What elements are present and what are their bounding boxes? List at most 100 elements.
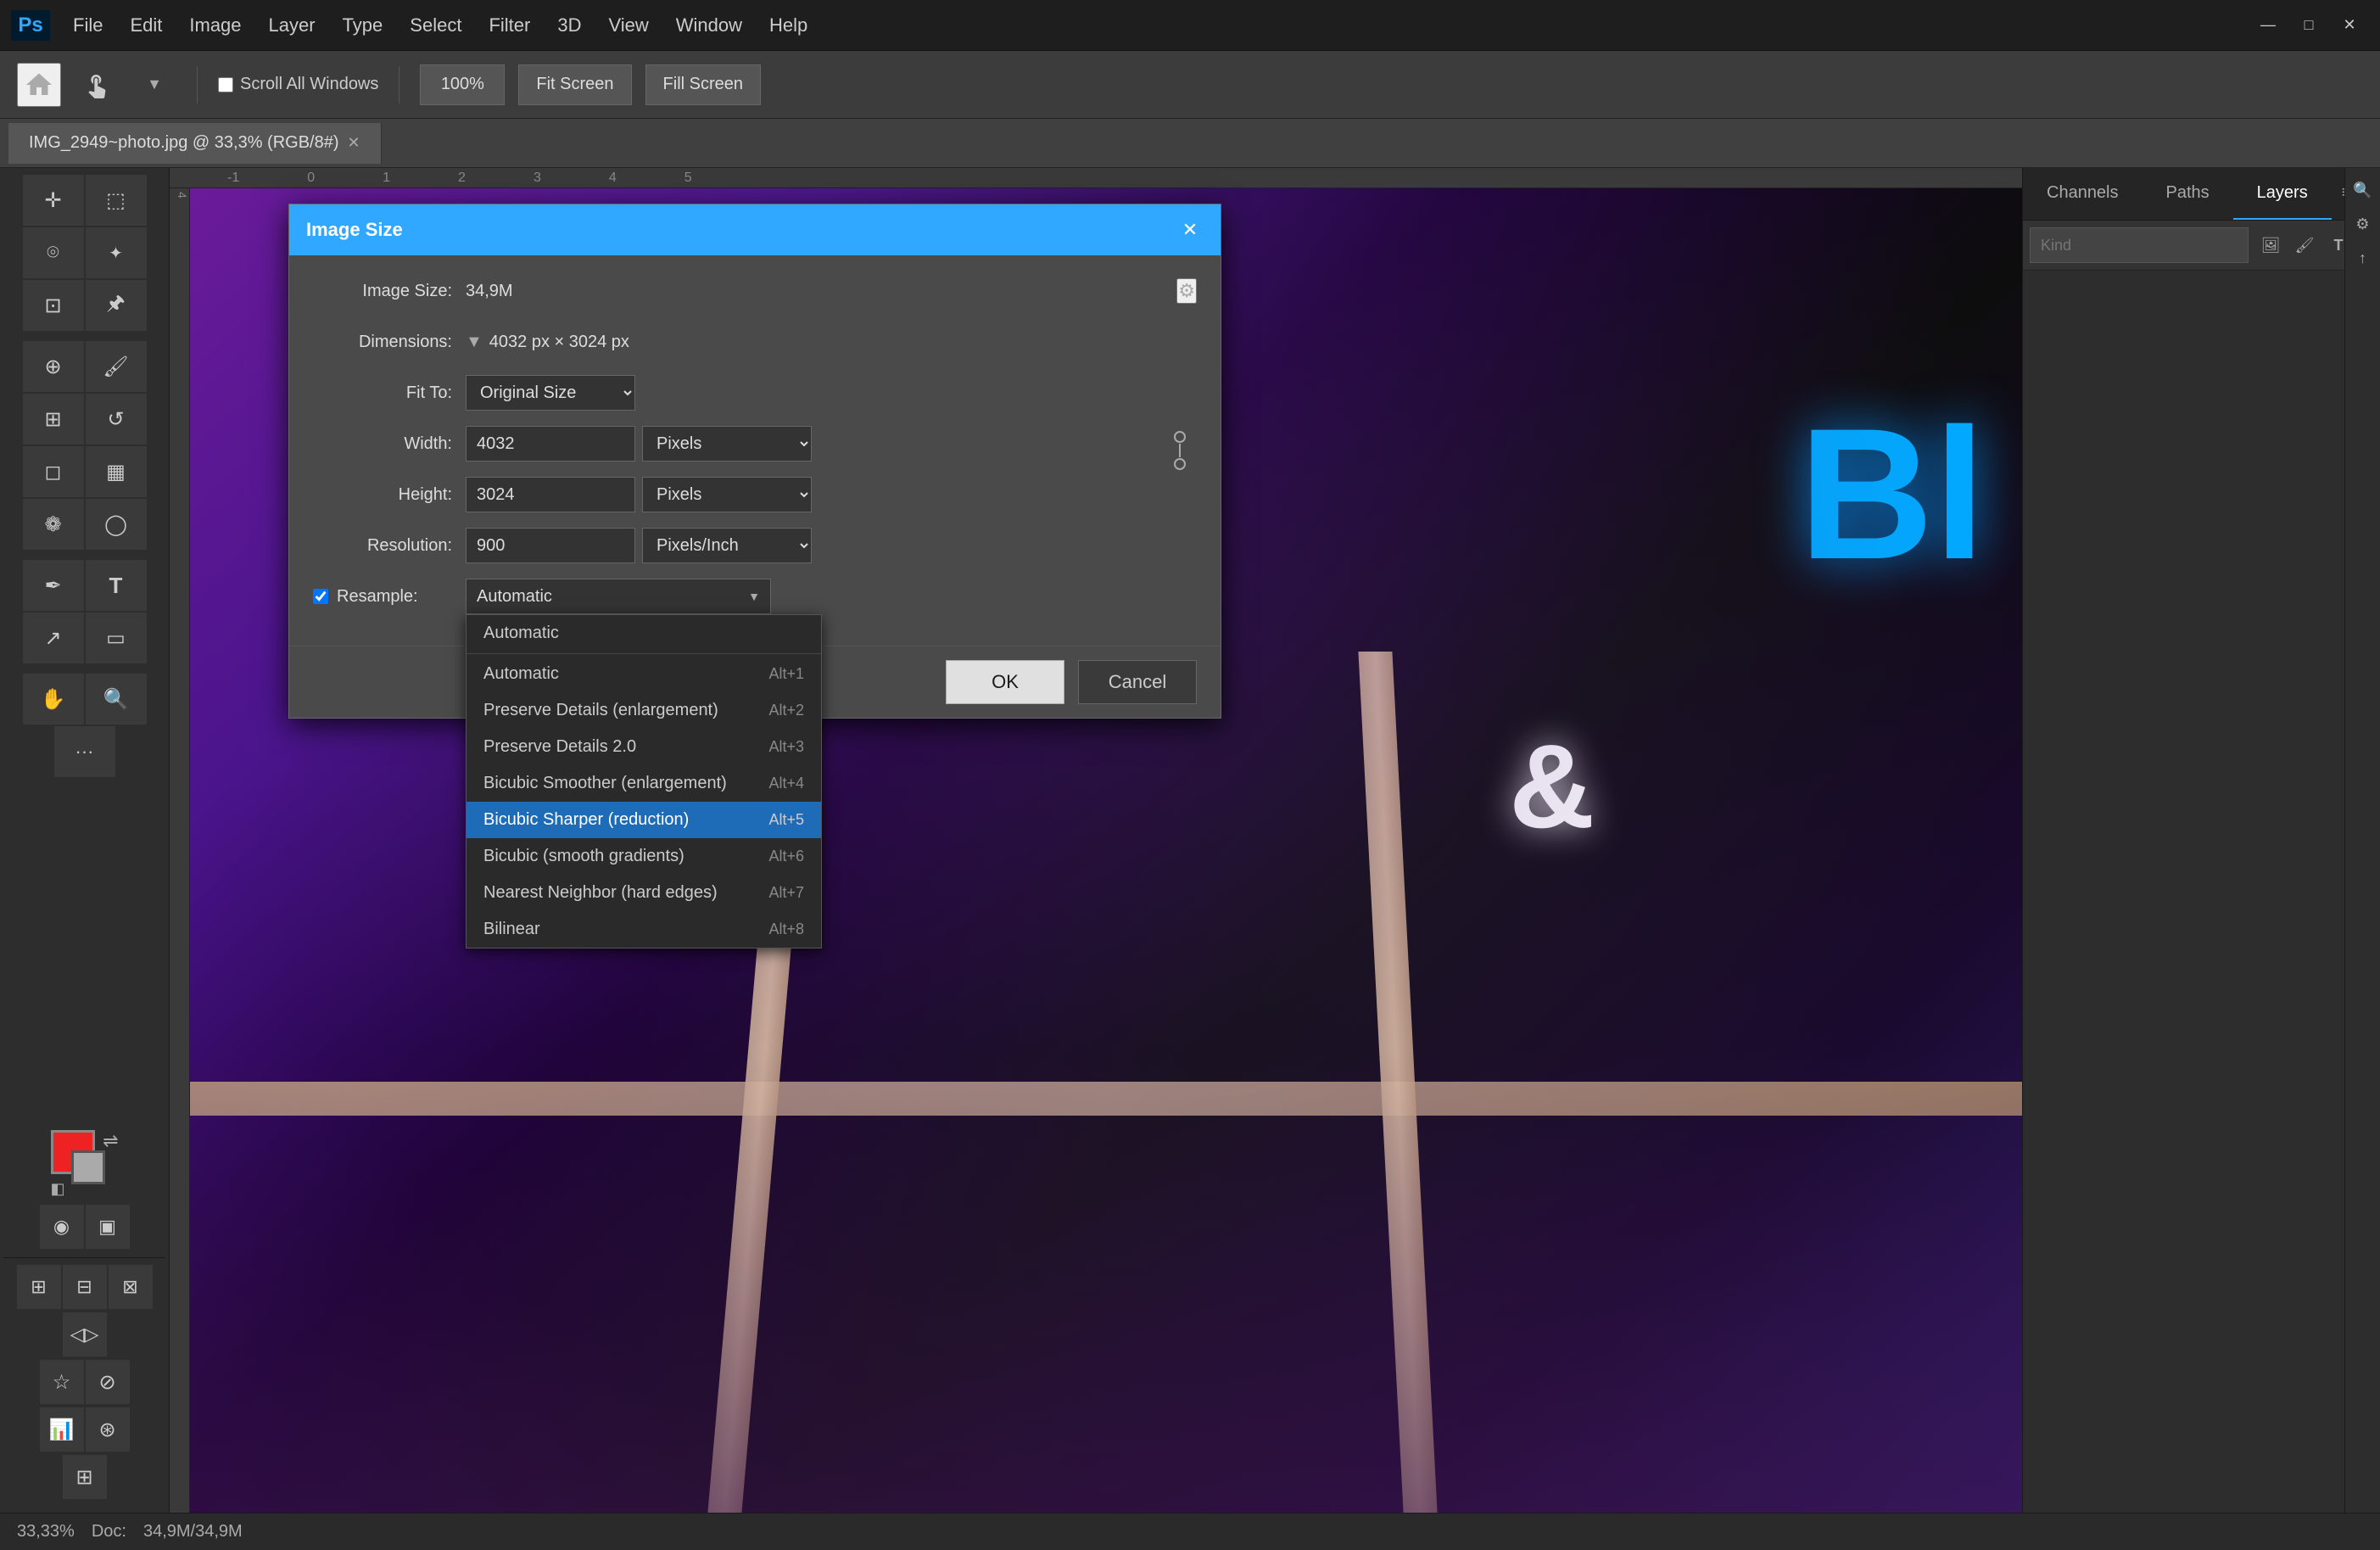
resample-checkbox-label[interactable]: Resample: — [313, 587, 452, 607]
pen-tool[interactable]: ✒ — [23, 560, 84, 611]
minimize-button[interactable]: — — [2251, 11, 2285, 40]
dimensions-dropdown-arrow[interactable]: ▼ — [466, 333, 483, 352]
eyedropper-tool[interactable]: 🖈 — [86, 280, 147, 331]
resolution-unit-select[interactable]: Pixels/Inch — [642, 528, 812, 563]
height-input[interactable] — [466, 477, 635, 512]
home-button[interactable] — [17, 63, 61, 107]
more-tools-btn[interactable]: ··· — [54, 726, 115, 777]
resample-shortcut-8: Alt+8 — [768, 920, 804, 938]
share-icon-strip[interactable]: ↑ — [2348, 243, 2378, 273]
extra-tool-c[interactable]: 📊 — [40, 1407, 84, 1452]
resample-option-7[interactable]: Nearest Neighbor (hard edges) Alt+7 — [467, 875, 821, 911]
swap-colors-icon[interactable]: ⇌ — [103, 1130, 118, 1152]
history-brush-tool[interactable]: ↺ — [86, 394, 147, 445]
path-select-tool[interactable]: ↗ — [23, 613, 84, 663]
resolution-input[interactable] — [466, 528, 635, 563]
tool-row-9: ↗ ▭ — [3, 613, 165, 663]
ruler-tick-5: 5 — [651, 171, 726, 186]
resample-option-4[interactable]: Bicubic Smoother (enlargement) Alt+4 — [467, 765, 821, 802]
extra-tool-b[interactable]: ⊘ — [86, 1360, 130, 1404]
resample-option-6[interactable]: Bicubic (smooth gradients) Alt+6 — [467, 838, 821, 875]
image-size-gear[interactable]: ⚙ — [1176, 278, 1197, 304]
zoom-tool[interactable]: 🔍 — [86, 674, 147, 725]
width-unit-select[interactable]: Pixels — [642, 426, 812, 462]
resample-option-8[interactable]: Bilinear Alt+8 — [467, 911, 821, 948]
resample-option-text-0: Automatic — [483, 624, 559, 643]
menu-select[interactable]: Select — [398, 9, 473, 42]
gradient-tool[interactable]: ▦ — [86, 446, 147, 497]
menu-view[interactable]: View — [596, 9, 660, 42]
adjust-btn-2[interactable]: ⊟ — [63, 1265, 107, 1309]
resample-shortcut-7: Alt+7 — [768, 884, 804, 902]
layers-content — [2023, 271, 2344, 1513]
hand-tool[interactable]: ✋ — [23, 674, 84, 725]
tab-paths[interactable]: Paths — [2143, 168, 2233, 220]
blur-tool[interactable]: ❁ — [23, 499, 84, 550]
close-button[interactable]: ✕ — [2333, 11, 2366, 40]
extra-tool-a[interactable]: ☆ — [40, 1360, 84, 1404]
menu-help[interactable]: Help — [757, 9, 819, 42]
ok-button[interactable]: OK — [946, 660, 1064, 704]
settings-icon-strip[interactable]: ⚙ — [2348, 209, 2378, 239]
tab-channels[interactable]: Channels — [2023, 168, 2143, 220]
menu-window[interactable]: Window — [664, 9, 754, 42]
background-color[interactable] — [71, 1150, 105, 1184]
menu-edit[interactable]: Edit — [118, 9, 174, 42]
scroll-all-windows-checkbox[interactable] — [218, 77, 233, 92]
search-icon-strip[interactable]: 🔍 — [2348, 175, 2378, 205]
resample-option-3[interactable]: Preserve Details 2.0 Alt+3 — [467, 729, 821, 765]
quick-mask-btn[interactable]: ◉ — [40, 1205, 84, 1249]
resample-checkbox[interactable] — [313, 589, 328, 604]
move-tool[interactable]: ✛ — [23, 175, 84, 226]
resample-dropdown[interactable]: Automatic ▼ — [466, 579, 771, 614]
hand-tool-active[interactable] — [75, 63, 119, 107]
brush-tool[interactable]: 🖌 — [86, 341, 147, 392]
marquee-tool[interactable]: ⬚ — [86, 175, 147, 226]
extra-tool-e[interactable]: ⊞ — [63, 1455, 107, 1499]
menu-image[interactable]: Image — [177, 9, 253, 42]
maximize-button[interactable]: □ — [2292, 11, 2326, 40]
layers-search-input[interactable] — [2030, 227, 2249, 263]
clone-tool[interactable]: ⊞ — [23, 394, 84, 445]
adjust-btn-3[interactable]: ⊠ — [109, 1265, 153, 1309]
eraser-tool[interactable]: ◻ — [23, 446, 84, 497]
text-tool[interactable]: T — [86, 560, 147, 611]
dialog-close-button[interactable]: ✕ — [1176, 216, 1204, 243]
tab-layers[interactable]: Layers — [2233, 168, 2332, 220]
resample-option-5-highlighted[interactable]: Bicubic Sharper (reduction) Alt+5 — [467, 802, 821, 838]
menu-layer[interactable]: Layer — [257, 9, 327, 42]
fit-screen-button[interactable]: Fit Screen — [518, 64, 631, 105]
resample-option-automatic-header[interactable]: Automatic — [467, 615, 821, 652]
menu-type[interactable]: Type — [331, 9, 395, 42]
dodge-tool[interactable]: ◯ — [86, 499, 147, 550]
height-unit-select[interactable]: Pixels — [642, 477, 812, 512]
extra-tool-d[interactable]: ⊛ — [86, 1407, 130, 1452]
resample-label: Resample: — [313, 587, 466, 607]
shape-tool[interactable]: ▭ — [86, 613, 147, 663]
lasso-tool[interactable]: ⌾ — [23, 227, 84, 278]
quick-select-tool[interactable]: ✦ — [86, 227, 147, 278]
crop-tool[interactable]: ⊡ — [23, 280, 84, 331]
brush-filter-icon[interactable]: 🖌 — [2289, 230, 2320, 260]
resample-option-1[interactable]: Automatic Alt+1 — [467, 656, 821, 692]
dialog-title-bar[interactable]: Image Size ✕ — [289, 204, 1221, 255]
fit-to-select[interactable]: Original Size — [466, 375, 635, 411]
width-input[interactable] — [466, 426, 635, 462]
tool-panel-collapse[interactable]: ◁▷ — [63, 1312, 107, 1357]
adjust-btn-1[interactable]: ⊞ — [17, 1265, 61, 1309]
menu-file[interactable]: File — [61, 9, 115, 42]
menu-3d[interactable]: 3D — [545, 9, 593, 42]
screen-mode-btn[interactable]: ▣ — [86, 1205, 130, 1249]
cancel-button[interactable]: Cancel — [1078, 660, 1197, 704]
tool-options-dropdown[interactable]: ▼ — [132, 63, 176, 107]
menu-filter[interactable]: Filter — [477, 9, 542, 42]
spot-heal-tool[interactable]: ⊕ — [23, 341, 84, 392]
document-tab[interactable]: IMG_2949~photo.jpg @ 33,3% (RGB/8#) ✕ — [8, 123, 382, 164]
resample-option-2[interactable]: Preserve Details (enlargement) Alt+2 — [467, 692, 821, 729]
image-size-row: Image Size: 34,9M ⚙ — [313, 272, 1197, 310]
scroll-all-windows-label[interactable]: Scroll All Windows — [218, 75, 378, 94]
fill-screen-button[interactable]: Fill Screen — [645, 64, 761, 105]
document-tab-close[interactable]: ✕ — [348, 134, 360, 152]
image-filter-icon[interactable]: 🖼 — [2255, 230, 2286, 260]
default-colors-icon[interactable]: ◧ — [51, 1180, 65, 1198]
